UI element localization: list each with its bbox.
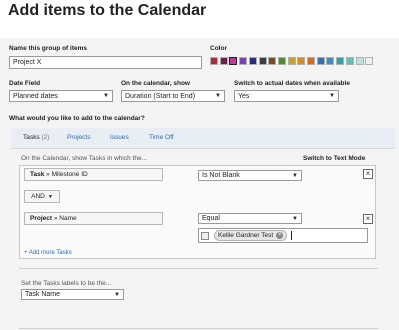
task-label-select[interactable]: Task Name ▼ bbox=[21, 289, 124, 300]
date-field-value: Planned dates bbox=[13, 92, 58, 100]
chevron-down-icon: ▼ bbox=[292, 215, 298, 222]
chevron-down-icon: ▼ bbox=[114, 291, 120, 298]
color-swatch[interactable] bbox=[355, 57, 364, 65]
object-tabs: Tasks (2) Projects Issues Time Off bbox=[11, 128, 395, 149]
switch-dates-select[interactable]: Yes ▼ bbox=[234, 90, 339, 102]
color-swatch[interactable] bbox=[229, 57, 238, 65]
chevron-down-icon: ▼ bbox=[47, 193, 53, 200]
on-calendar-value: Duration (Start to End) bbox=[125, 92, 196, 100]
color-swatch[interactable] bbox=[210, 57, 218, 65]
switch-text-mode-link[interactable]: Switch to Text Mode bbox=[303, 155, 365, 162]
filter-field-2[interactable]: Project » Name bbox=[24, 212, 163, 225]
color-swatch[interactable] bbox=[316, 57, 325, 65]
color-swatch[interactable] bbox=[336, 57, 345, 65]
divider bbox=[19, 268, 378, 269]
switch-dates-label: Switch to actual dates when available bbox=[234, 80, 350, 87]
chevron-down-icon: ▼ bbox=[103, 93, 109, 99]
color-swatch[interactable] bbox=[219, 57, 228, 65]
chevron-down-icon: ▼ bbox=[329, 93, 335, 99]
filter-field-1[interactable]: Task » Milestone ID bbox=[24, 168, 163, 181]
name-label: Name this group of items bbox=[9, 45, 88, 52]
color-swatch[interactable] bbox=[345, 57, 354, 65]
chevron-down-icon: ▼ bbox=[215, 93, 221, 99]
value-token-label: Kellie Gardner Test bbox=[218, 232, 274, 239]
filter-object-1: Task bbox=[30, 171, 45, 178]
filter-intro: On the Calendar, show Tasks in which the… bbox=[21, 155, 147, 162]
date-field-select[interactable]: Planned dates ▼ bbox=[9, 90, 113, 102]
and-operator-button[interactable]: AND ▼ bbox=[24, 190, 60, 203]
color-swatch[interactable] bbox=[297, 57, 306, 65]
color-swatch[interactable] bbox=[258, 57, 267, 65]
tab-issues[interactable]: Issues bbox=[110, 134, 129, 141]
filter-object-2: Project bbox=[30, 215, 53, 222]
filter-attribute-2: » Name bbox=[53, 215, 77, 222]
task-label-value: Task Name bbox=[25, 291, 61, 298]
color-swatch[interactable] bbox=[307, 57, 315, 65]
color-swatch[interactable] bbox=[248, 57, 257, 65]
lookup-icon[interactable] bbox=[201, 231, 209, 240]
tab-projects[interactable]: Projects bbox=[67, 134, 90, 141]
switch-dates-value: Yes bbox=[238, 92, 250, 100]
remove-filter-1-close-icon[interactable]: × bbox=[363, 169, 373, 179]
color-swatch[interactable] bbox=[365, 57, 374, 65]
tab-tasks-label: Tasks bbox=[23, 134, 40, 141]
filter-operator-1[interactable]: Is Not Blank ▼ bbox=[198, 170, 302, 181]
chevron-down-icon: ▼ bbox=[292, 172, 298, 179]
filter-operator-1-value: Is Not Blank bbox=[202, 172, 240, 179]
remove-filter-2-close-icon[interactable]: × bbox=[363, 214, 373, 224]
color-label: Color bbox=[210, 45, 227, 52]
and-label: AND bbox=[31, 193, 45, 200]
value-token: Kellie Gardner Test × bbox=[214, 230, 288, 241]
filter-attribute-1: » Milestone ID bbox=[46, 171, 88, 178]
bottom-divider bbox=[19, 328, 378, 329]
what-to-add-label: What would you like to add to the calend… bbox=[9, 115, 145, 122]
color-swatch[interactable] bbox=[287, 57, 296, 65]
color-swatch[interactable] bbox=[239, 57, 248, 65]
name-input[interactable]: Project X bbox=[9, 56, 202, 69]
filter-operator-2[interactable]: Equal ▼ bbox=[198, 213, 302, 224]
filter-operator-2-value: Equal bbox=[202, 215, 220, 222]
tab-tasks[interactable]: Tasks (2) bbox=[23, 134, 49, 141]
tab-tasks-count: (2) bbox=[41, 134, 50, 141]
tab-time-off[interactable]: Time Off bbox=[149, 134, 174, 141]
filter-value-input-2[interactable]: Kellie Gardner Test × bbox=[198, 228, 368, 243]
labels-intro: Set the Tasks labels to be the... bbox=[21, 280, 112, 287]
on-calendar-select[interactable]: Duration (Start to End) ▼ bbox=[121, 90, 225, 102]
color-swatch[interactable] bbox=[326, 57, 335, 65]
on-calendar-label: On the calendar, show bbox=[121, 80, 190, 87]
text-cursor bbox=[291, 231, 293, 240]
add-more-tasks-link[interactable]: + Add more Tasks bbox=[24, 250, 72, 256]
color-swatch[interactable] bbox=[268, 57, 277, 65]
page-title: Add items to the Calendar bbox=[8, 2, 207, 19]
date-field-label: Date Field bbox=[9, 80, 41, 87]
color-swatch[interactable] bbox=[277, 57, 286, 65]
remove-token-close-icon[interactable]: × bbox=[276, 232, 284, 239]
